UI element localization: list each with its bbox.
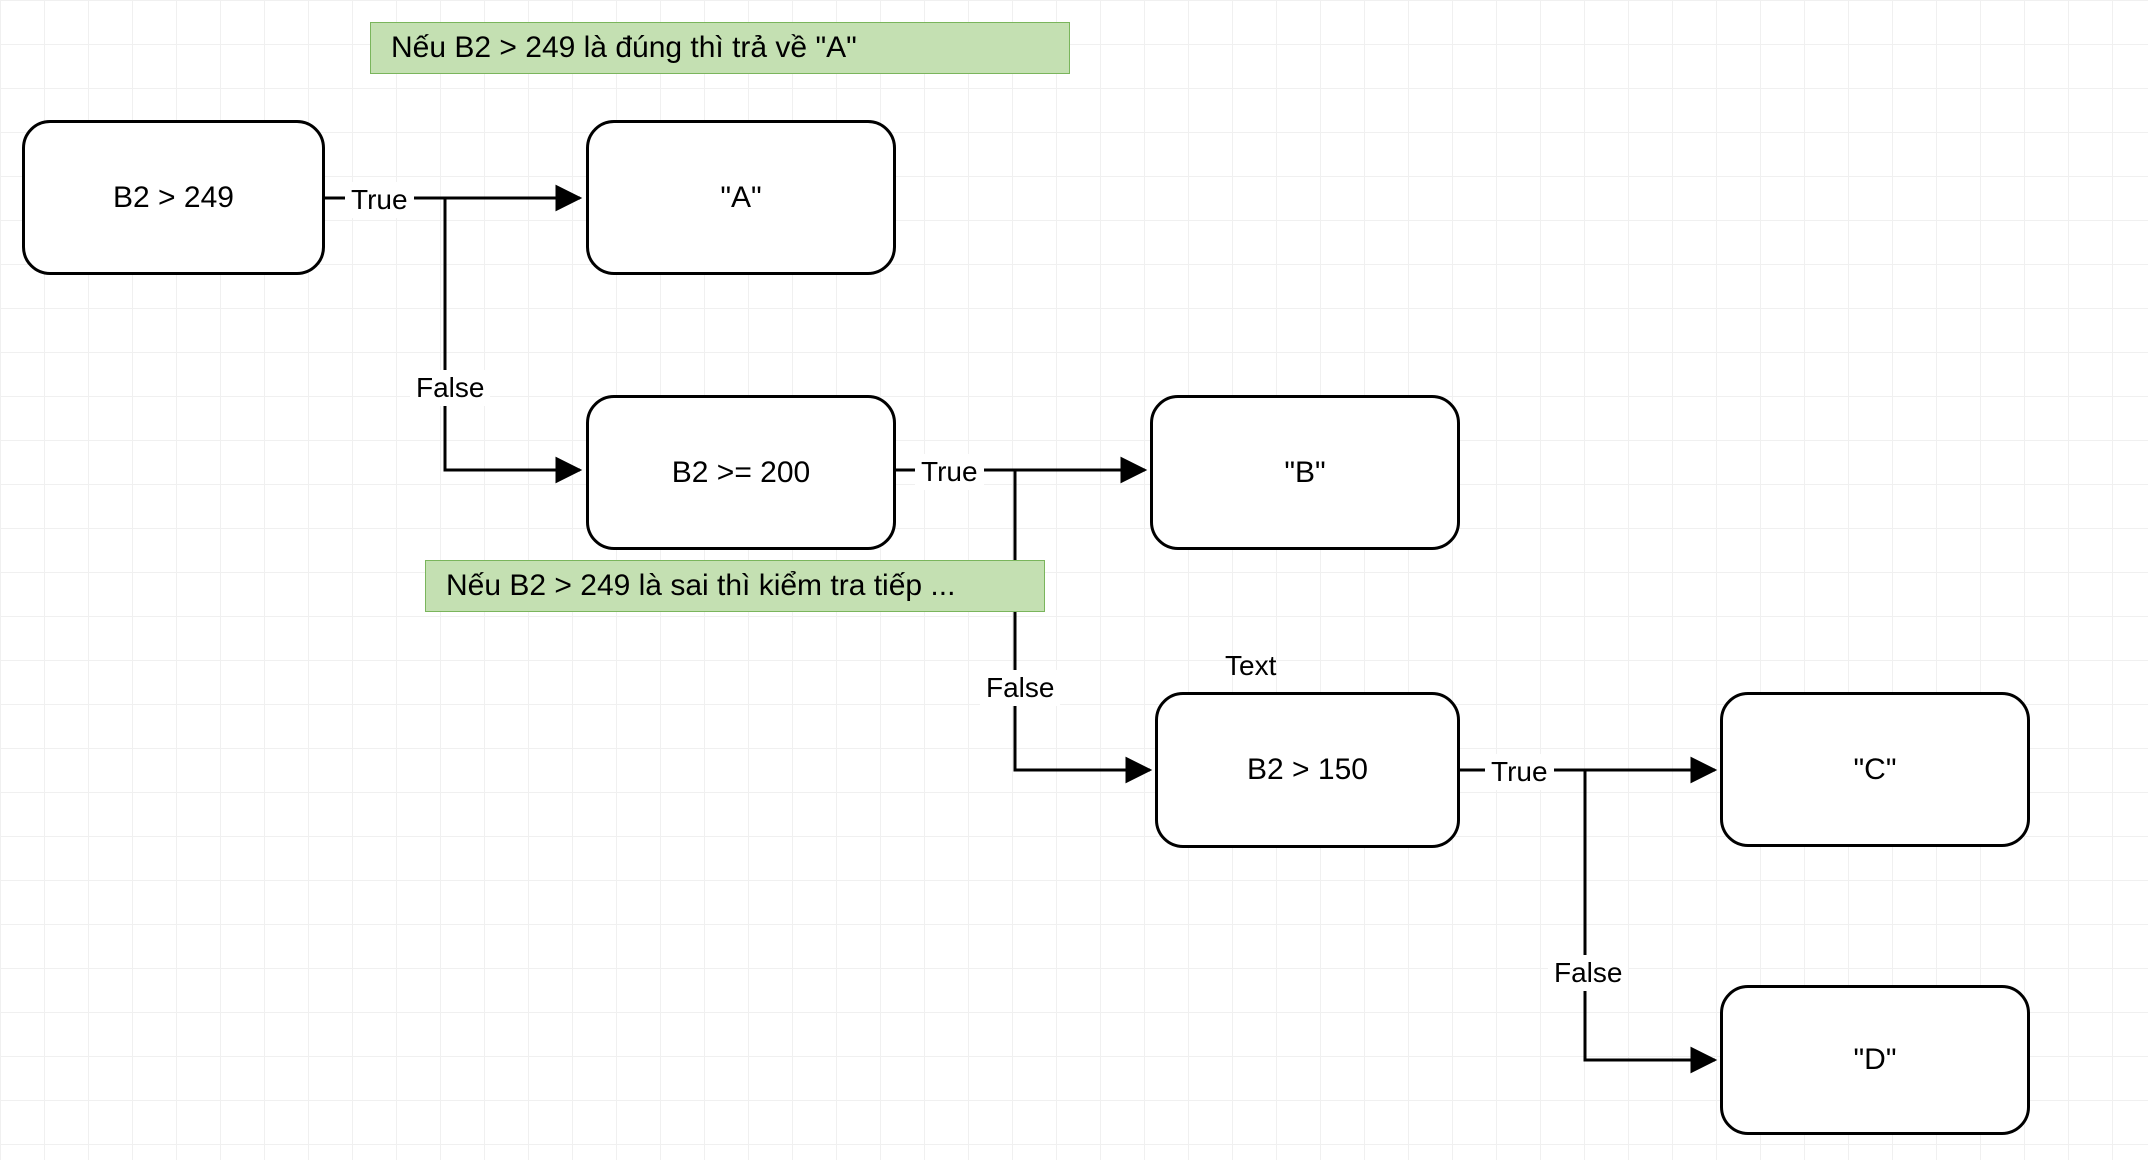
- edge-label-cond3-false: False: [1548, 955, 1628, 991]
- edge-cond1-false: [445, 198, 580, 470]
- callout-middle-text: Nếu B2 > 249 là sai thì kiểm tra tiếp ..…: [446, 569, 955, 603]
- node-result-d-text: "D": [1854, 1043, 1897, 1077]
- edge-cond3-false: [1585, 770, 1715, 1060]
- edge-label-cond1-true: True: [345, 182, 414, 218]
- callout-top: Nếu B2 > 249 là đúng thì trả về "A": [370, 22, 1070, 74]
- node-cond2[interactable]: B2 >= 200: [586, 395, 896, 550]
- node-result-d[interactable]: "D": [1720, 985, 2030, 1135]
- node-cond1-text: B2 > 249: [113, 181, 234, 215]
- edge-label-cond2-false: False: [980, 670, 1060, 706]
- callout-middle: Nếu B2 > 249 là sai thì kiểm tra tiếp ..…: [425, 560, 1045, 612]
- node-cond2-text: B2 >= 200: [672, 456, 810, 490]
- edge-label-cond3-true: True: [1485, 754, 1554, 790]
- node-result-a[interactable]: "A": [586, 120, 896, 275]
- edge-label-cond2-true: True: [915, 454, 984, 490]
- node-cond3-text: B2 > 150: [1247, 753, 1368, 787]
- node-result-c-text: "C": [1854, 753, 1897, 787]
- edge-cond2-false: [1015, 470, 1150, 770]
- diagram-canvas: Nếu B2 > 249 là đúng thì trả về "A" Nếu …: [0, 0, 2148, 1160]
- node-result-b[interactable]: "B": [1150, 395, 1460, 550]
- node-cond3[interactable]: B2 > 150: [1155, 692, 1460, 848]
- edge-label-cond1-false: False: [410, 370, 490, 406]
- free-text-label: Text: [1225, 650, 1276, 682]
- callout-top-text: Nếu B2 > 249 là đúng thì trả về "A": [391, 31, 857, 65]
- node-result-b-text: "B": [1284, 456, 1325, 490]
- node-result-a-text: "A": [720, 181, 761, 215]
- node-cond1[interactable]: B2 > 249: [22, 120, 325, 275]
- node-result-c[interactable]: "C": [1720, 692, 2030, 847]
